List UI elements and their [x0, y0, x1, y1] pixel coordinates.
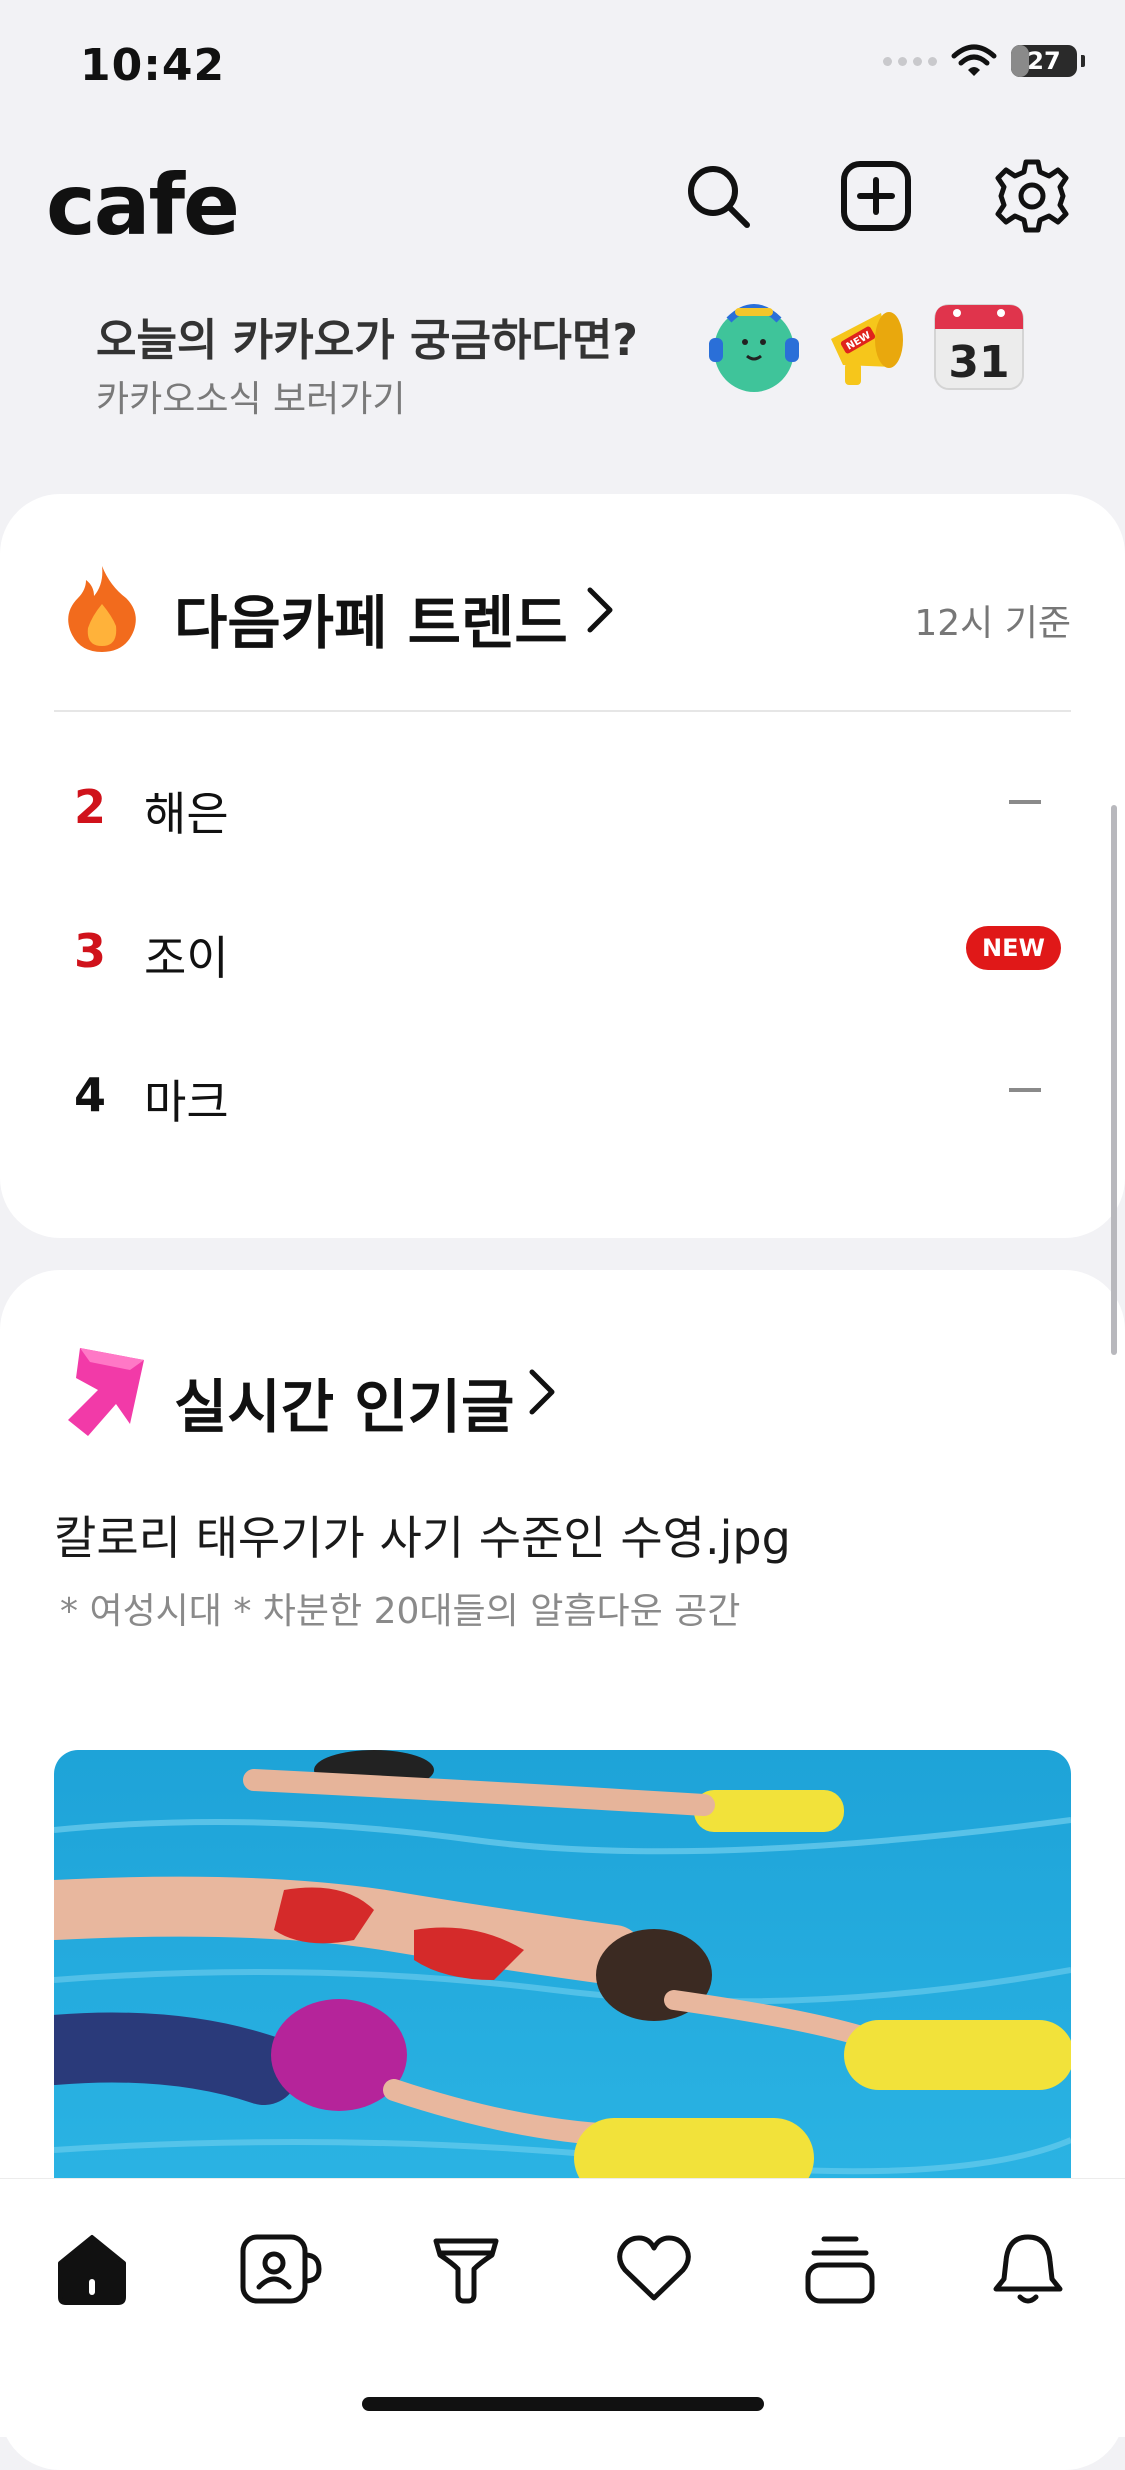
trend-item[interactable]: 4 마크	[54, 1040, 1071, 1140]
calendar-icon: 31	[934, 304, 1024, 390]
trend-rank: 3	[74, 924, 107, 978]
battery-icon: 27	[1011, 45, 1077, 77]
tab-feed[interactable]	[790, 2219, 890, 2319]
home-indicator[interactable]	[362, 2397, 764, 2411]
post-title[interactable]: 칼로리 태우기가 사기 수준인 수영.jpg	[54, 1502, 791, 1568]
megaphone-icon: NEW	[831, 312, 903, 385]
chevron-right-icon	[587, 587, 613, 633]
trend-term: 조이	[144, 931, 229, 985]
arrow-up-icon	[68, 1348, 144, 1436]
settings-button[interactable]	[992, 156, 1072, 236]
wifi-icon	[951, 44, 997, 76]
stack-icon	[805, 2236, 875, 2304]
post-cafe-name[interactable]: * 여성시대 * 차분한 20대들의 알흠다운 공간	[60, 1582, 740, 1634]
calendar-day: 31	[948, 337, 1009, 388]
trophy-icon	[433, 2238, 499, 2304]
trend-card: 다음카페 트렌드 12시 기준 2 해은 3 조이 NEW 4 마크	[0, 494, 1125, 1238]
scrollbar[interactable]	[1111, 805, 1117, 1355]
app-header: cafe	[0, 140, 1125, 260]
battery-level: 27	[1027, 47, 1061, 75]
tab-favorites[interactable]	[604, 2219, 704, 2319]
swimming-pool-image	[54, 1750, 1071, 2210]
bell-icon	[993, 2234, 1063, 2304]
gear-icon	[995, 159, 1069, 233]
trend-term: 해은	[144, 787, 229, 841]
promo-illustrations: NEW 31	[699, 290, 1029, 400]
popular-header[interactable]: 실시간 인기글	[54, 1340, 1071, 1450]
tab-home[interactable]	[42, 2219, 142, 2319]
trend-header[interactable]: 다음카페 트렌드 12시 기준	[54, 564, 1071, 657]
heart-icon	[617, 2235, 691, 2301]
status-bar: 10:42 27	[0, 0, 1125, 140]
fire-icon	[68, 566, 136, 652]
trend-item[interactable]: 3 조이 NEW	[54, 896, 1071, 996]
profile-cup-icon	[240, 2234, 322, 2304]
divider	[54, 710, 1071, 712]
kakao-news-banner[interactable]: 오늘의 카카오가 궁금하다면? 카카오소식 보러가기 NEW 31	[0, 290, 1125, 430]
home-icon	[58, 2235, 126, 2305]
trend-rank: 2	[74, 780, 107, 834]
tab-ranking[interactable]	[416, 2219, 516, 2319]
create-button[interactable]	[836, 156, 916, 236]
status-time: 10:42	[80, 40, 226, 91]
trend-rank: 4	[74, 1068, 107, 1122]
character-icon	[709, 304, 799, 392]
no-change-icon	[1009, 800, 1041, 804]
no-change-icon	[1009, 1088, 1041, 1092]
post-thumbnail[interactable]	[54, 1750, 1071, 2210]
promo-title: 오늘의 카카오가 궁금하다면?	[96, 315, 638, 366]
trend-title: 다음카페 트렌드	[174, 589, 568, 657]
trend-term: 마크	[144, 1075, 229, 1129]
plus-square-icon	[841, 161, 911, 231]
status-indicators: 27	[883, 44, 1085, 78]
chevron-right-icon	[529, 1369, 555, 1415]
search-icon	[688, 166, 750, 228]
bottom-tab-bar	[0, 2178, 1125, 2437]
tab-my-cafe[interactable]	[230, 2219, 330, 2319]
promo-subtitle: 카카오소식 보러가기	[96, 379, 406, 420]
popular-title: 실시간 인기글	[174, 1373, 515, 1441]
new-badge: NEW	[966, 926, 1061, 970]
tab-notifications[interactable]	[978, 2219, 1078, 2319]
trend-item[interactable]: 2 해은	[54, 752, 1071, 852]
cellular-signal-icon	[883, 56, 937, 66]
app-logo: cafe	[46, 156, 240, 254]
trend-basis-time: 12시 기준	[914, 603, 1071, 644]
search-button[interactable]	[678, 156, 758, 236]
